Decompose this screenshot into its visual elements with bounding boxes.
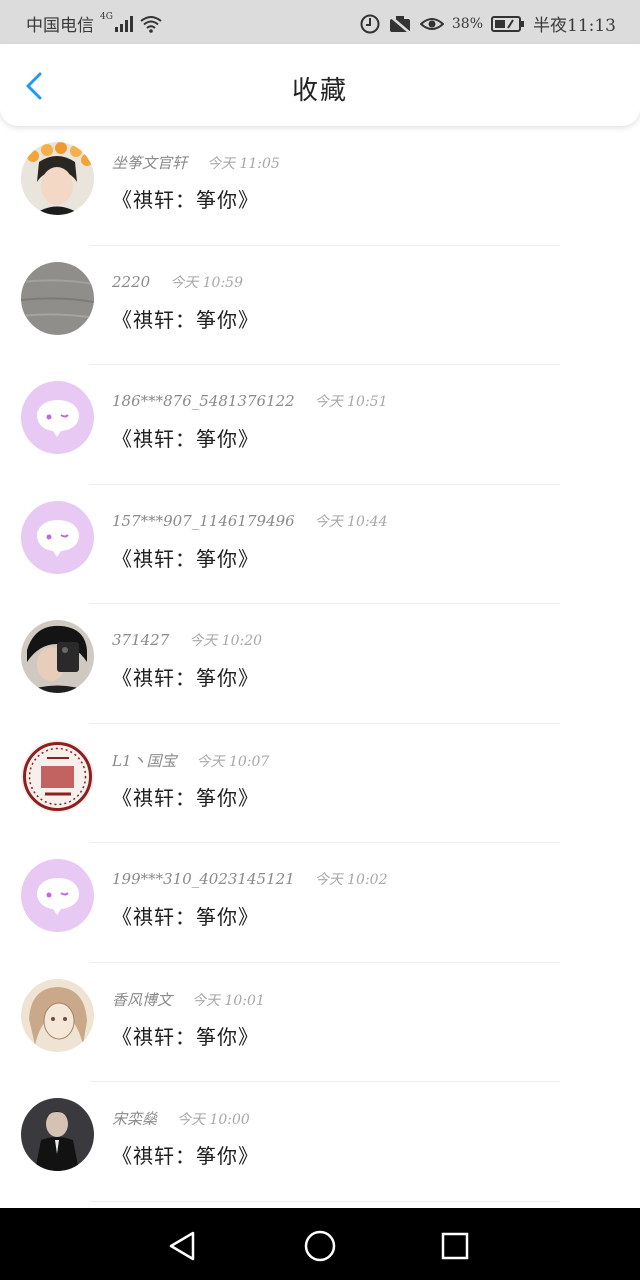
chat-bubble-icon	[37, 400, 79, 437]
user-name: 坐筝文官轩	[112, 154, 188, 172]
user-name: 香风博文	[112, 990, 173, 1009]
timestamp: 今天 10:07	[196, 753, 270, 770]
network-type: 4G	[100, 11, 113, 22]
page-title: 收藏	[291, 76, 348, 106]
eye-comfort-icon	[419, 15, 444, 33]
avatar[interactable]	[21, 500, 94, 574]
battery-icon	[491, 15, 525, 33]
user-name: 2220	[112, 272, 151, 291]
nav-recents-button[interactable]	[435, 1226, 475, 1266]
chat-bubble-icon	[37, 878, 79, 915]
list-item[interactable]: 157***907_1146179496 今天 10:44 《祺轩：筝你》	[0, 485, 640, 604]
divider	[90, 1200, 560, 1202]
list-item[interactable]: 199***310_4023145121 今天 10:02 《祺轩：筝你》	[0, 843, 640, 963]
user-name: 157***907_1146179496	[112, 511, 295, 530]
avatar[interactable]	[21, 978, 94, 1052]
chat-bubble-icon	[37, 519, 79, 557]
timestamp: 今天 10:20	[189, 633, 263, 649]
user-name: 199***310_4023145121	[112, 870, 295, 888]
timestamp: 今天 11:05	[207, 156, 280, 172]
recents-square-icon	[441, 1232, 469, 1260]
avatar[interactable]	[21, 1098, 94, 1171]
message-text: 《祺轩：筝你》	[112, 905, 259, 929]
clock: 半夜11:13	[533, 16, 616, 36]
timestamp: 今天 10:02	[314, 872, 388, 888]
message-text: 《祺轩：筝你》	[112, 188, 259, 212]
message-text: 《祺轩：筝你》	[112, 427, 259, 451]
list-item[interactable]: L1丶国宝 今天 10:07 《祺轩：筝你》	[0, 724, 640, 843]
message-text: 《祺轩：筝你》	[112, 1024, 259, 1049]
avatar[interactable]	[21, 261, 94, 335]
carrier-label: 中国电信	[26, 16, 94, 36]
data-saver-icon	[360, 14, 380, 34]
list-item[interactable]: 香风博文 今天 10:01 《祺轩：筝你》	[0, 963, 640, 1082]
message-text: 《祺轩：筝你》	[112, 307, 259, 332]
list-item[interactable]: 宋栾燊 今天 10:00 《祺轩：筝你》	[0, 1082, 640, 1202]
message-text: 《祺轩：筝你》	[112, 666, 259, 690]
favorites-list: 坐筝文官轩 今天 11:05 《祺轩：筝你》 2220 今天 10:59 《祺轩…	[0, 126, 640, 1202]
list-item[interactable]: 186***876_5481376122 今天 10:51 《祺轩：筝你》	[0, 365, 640, 485]
user-name: 宋栾燊	[112, 1110, 158, 1128]
timestamp: 今天 10:51	[314, 394, 388, 410]
status-bar: 中国电信 4G 38% 半夜11:13	[0, 0, 640, 44]
nav-back-button[interactable]	[163, 1226, 203, 1266]
avatar[interactable]	[21, 381, 94, 454]
timestamp: 今天 10:00	[177, 1112, 250, 1128]
list-item[interactable]: 坐筝文官轩 今天 11:05 《祺轩：筝你》	[0, 126, 640, 246]
no-sim-icon	[388, 14, 412, 34]
home-circle-icon	[304, 1230, 336, 1262]
avatar[interactable]	[21, 142, 94, 215]
back-triangle-icon	[169, 1231, 195, 1261]
avatar[interactable]	[21, 620, 94, 693]
avatar[interactable]	[21, 859, 94, 932]
list-item[interactable]: 2220 今天 10:59 《祺轩：筝你》	[0, 246, 640, 365]
message-text: 《祺轩：筝你》	[112, 785, 259, 810]
message-text: 《祺轩：筝你》	[112, 1144, 259, 1168]
list-item[interactable]: 371427 今天 10:20 《祺轩：筝你》	[0, 604, 640, 724]
top-app-bar: 收藏	[0, 44, 640, 126]
user-name: 186***876_5481376122	[112, 392, 295, 410]
timestamp: 今天 10:44	[314, 513, 388, 530]
signal-icon	[114, 15, 133, 32]
message-text: 《祺轩：筝你》	[112, 546, 259, 571]
wifi-icon	[139, 15, 163, 33]
battery-percent: 38%	[451, 15, 483, 32]
avatar[interactable]	[21, 739, 94, 813]
user-name: L1丶国宝	[112, 751, 177, 770]
system-nav-bar	[0, 1208, 640, 1280]
timestamp: 今天 10:59	[170, 274, 243, 291]
user-name: 371427	[112, 631, 170, 649]
nav-home-button[interactable]	[300, 1226, 340, 1266]
timestamp: 今天 10:01	[192, 992, 265, 1009]
